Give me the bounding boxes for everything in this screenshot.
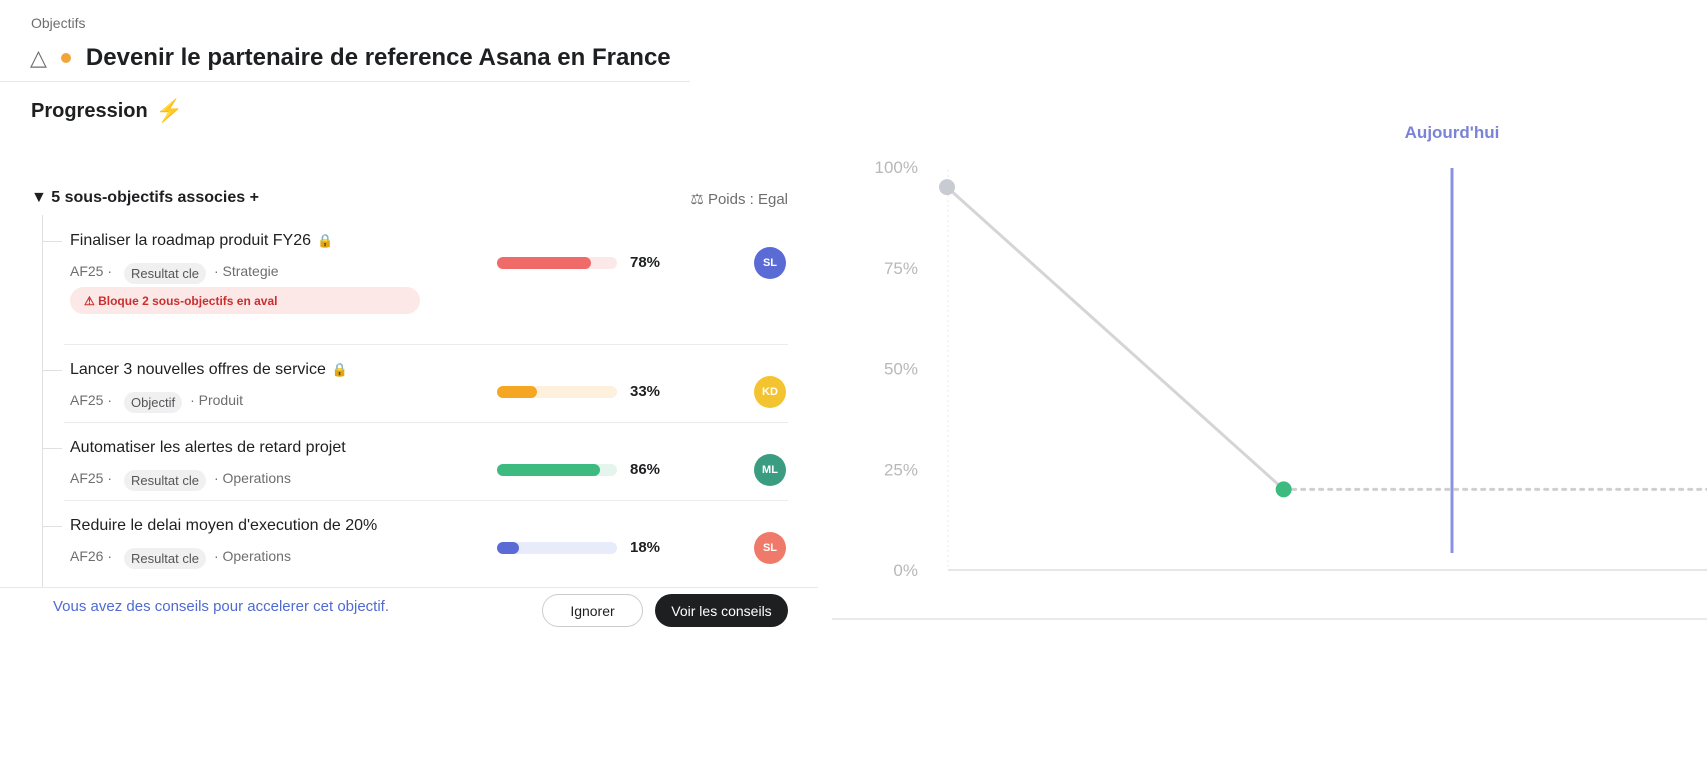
subgoal-name[interactable]: Automatiser les alertes de retard projet	[70, 439, 346, 457]
lock-icon: 🔒	[331, 362, 349, 377]
progress-percent: 86%	[630, 461, 661, 478]
data-point	[1275, 481, 1292, 498]
goal-title[interactable]: Devenir le partenaire de reference Asana…	[86, 44, 671, 72]
row-divider	[64, 500, 788, 501]
data-point	[939, 179, 955, 196]
subgoal-type-pill: Objectif	[124, 392, 183, 413]
progress-percent: 78%	[630, 254, 661, 271]
subgoal-name-text: Finaliser la roadmap produit FY26	[70, 232, 312, 249]
subgoal-team: · Strategie	[213, 262, 279, 279]
subgoal-meta: AF26 · Resultat cle · Operations	[70, 545, 291, 569]
owner-avatar[interactable]: SL	[754, 247, 786, 279]
progress-percent: 18%	[630, 539, 661, 556]
owner-avatar[interactable]: KD	[754, 376, 786, 408]
progress-bar-fill	[497, 386, 537, 398]
ignore-button[interactable]: Ignorer	[542, 594, 643, 627]
progress-bar-fill	[497, 464, 601, 476]
y-tick-label: 25%	[884, 460, 918, 479]
subgoal-code: AF26 ·	[70, 547, 113, 564]
progress-bar	[497, 542, 617, 554]
lightning-icon: ⚡	[155, 98, 184, 123]
progress-percent: 33%	[630, 383, 661, 400]
progress-bar-fill	[497, 542, 519, 554]
tree-branch	[42, 526, 62, 527]
subgoal-name-text: Reduire le delai moyen d'execution de 20…	[70, 517, 378, 534]
y-tick-label: 100%	[875, 158, 918, 177]
goal-title-row: △ Devenir le partenaire de reference Asa…	[30, 42, 671, 74]
y-tick-label: 50%	[884, 360, 918, 379]
y-tick-label: 0%	[893, 561, 918, 580]
subgoal-name-text: Lancer 3 nouvelles offres de service	[70, 361, 326, 378]
subgoals-header[interactable]: ▼ 5 sous-objectifs associes +	[31, 189, 259, 207]
subgoal-type-pill: Resultat cle	[124, 263, 206, 284]
title-divider	[0, 81, 690, 82]
progress-bar	[497, 464, 617, 476]
progress-bar	[497, 386, 617, 398]
progress-bar	[497, 257, 617, 269]
lock-icon: 🔒	[317, 233, 334, 248]
subgoal-name-text: Automatiser les alertes de retard projet	[70, 439, 346, 456]
row-divider	[64, 422, 788, 423]
progression-title-text: Progression	[31, 99, 148, 122]
subgoal-meta: AF25 · Resultat cle · Operations	[70, 467, 291, 491]
subgoal-meta: AF25 · Objectif · Produit	[70, 389, 244, 413]
subgoal-name[interactable]: Finaliser la roadmap produit FY26 🔒	[70, 232, 333, 250]
tree-branch	[42, 448, 62, 449]
owner-avatar[interactable]: SL	[754, 532, 786, 564]
progress-chart: 0%25%50%75%100%jan 2025jan 2026Aujourd'h…	[875, 123, 1707, 580]
tree-branch	[42, 370, 62, 371]
view-advice-button[interactable]: Voir les conseils	[655, 594, 788, 627]
progress-line	[945, 186, 1285, 491]
chart-bottom-line	[832, 618, 1707, 620]
subgoal-team: · Produit	[190, 391, 244, 408]
status-dot-icon	[60, 53, 71, 63]
subgoal-name[interactable]: Reduire le delai moyen d'execution de 20…	[70, 517, 377, 535]
footer-divider	[0, 587, 818, 588]
weight-selector[interactable]: ⚖ Poids : Egal	[690, 190, 788, 208]
tree-line	[42, 215, 43, 588]
subgoal-type-pill: Resultat cle	[124, 470, 206, 491]
subgoal-code: AF25 ·	[70, 262, 113, 279]
subgoal-team: · Operations	[213, 469, 291, 486]
progression-title: Progression ⚡	[31, 98, 183, 124]
y-tick-label: 75%	[884, 259, 918, 278]
breadcrumb[interactable]: Objectifs	[31, 15, 85, 31]
subgoal-meta: AF25 · Resultat cle · Strategie	[70, 260, 279, 284]
warning-triangle-icon: △	[30, 45, 47, 70]
tree-branch	[42, 241, 62, 242]
blocked-alert[interactable]: ⚠ Bloque 2 sous-objectifs en aval	[70, 287, 420, 314]
subgoal-code: AF25 ·	[70, 469, 113, 486]
owner-avatar[interactable]: ML	[754, 454, 786, 486]
subgoal-code: AF25 ·	[70, 391, 113, 408]
today-label: Aujourd'hui	[1405, 123, 1500, 142]
subgoal-team: · Operations	[213, 547, 291, 564]
row-divider	[64, 344, 788, 345]
subgoal-type-pill: Resultat cle	[124, 548, 206, 569]
progress-bar-fill	[497, 257, 591, 269]
subgoal-name[interactable]: Lancer 3 nouvelles offres de service 🔒	[70, 361, 348, 379]
tip-text: Vous avez des conseils pour accelerer ce…	[53, 598, 390, 615]
